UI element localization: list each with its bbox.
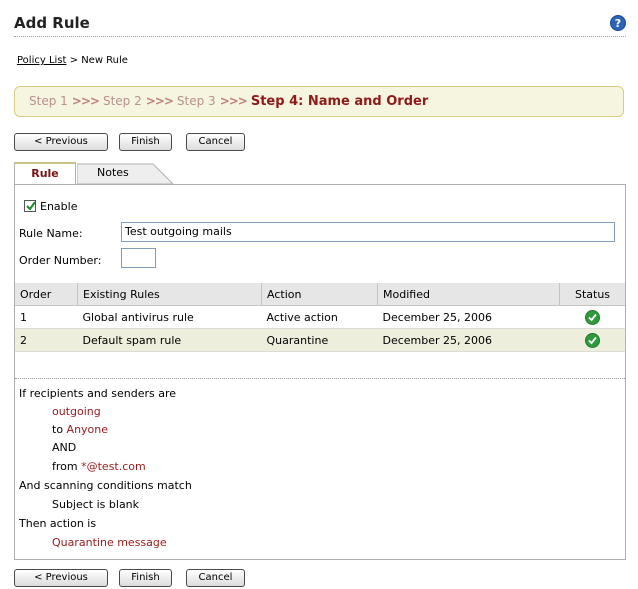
breadcrumb-current: New Rule	[81, 55, 128, 66]
column-header-order[interactable]: Order	[15, 283, 78, 306]
cell-modified: December 25, 2006	[377, 305, 560, 329]
summary-recipients-senders: If recipients and senders are	[19, 387, 177, 400]
breadcrumb-policy-list-link[interactable]: Policy List	[17, 55, 66, 66]
step-2-label: Step 2	[102, 94, 142, 108]
tab-rule[interactable]: Rule	[14, 162, 76, 184]
cell-modified: December 25, 2006	[377, 328, 560, 352]
finish-button[interactable]: Finish	[119, 133, 172, 151]
step-separator-icon: >>>	[145, 94, 174, 108]
column-header-existing-rules[interactable]: Existing Rules	[77, 283, 262, 306]
summary-to-value: Anyone	[66, 423, 109, 436]
summary-direction-value: outgoing	[52, 405, 101, 418]
summary-and-label: AND	[52, 441, 77, 454]
cancel-button[interactable]: Cancel	[186, 133, 245, 151]
summary-from-value: *@test.com	[81, 460, 146, 473]
step-progress-bar: Step 1 >>> Step 2 >>> Step 3 >>> Step 4: Name …	[14, 86, 624, 117]
checkmark-icon	[26, 201, 36, 211]
help-icon[interactable]: ?	[610, 15, 626, 31]
rule-name-label: Rule Name:	[19, 227, 83, 240]
cancel-button[interactable]: Cancel	[186, 569, 245, 587]
status-ok-icon	[584, 310, 600, 325]
finish-button[interactable]: Finish	[119, 569, 172, 587]
tab-notes-label: Notes	[97, 166, 129, 179]
previous-button[interactable]: < Previous	[14, 569, 108, 587]
existing-rules-table: Order Existing Rules Action Modified Sta…	[15, 283, 625, 352]
cell-order: 1	[15, 305, 78, 329]
summary-to-label: to	[52, 423, 64, 436]
order-number-label: Order Number:	[19, 254, 102, 267]
summary-to-row: to Anyone	[52, 423, 108, 436]
rule-name-input[interactable]: Test outgoing mails	[121, 222, 615, 242]
summary-action-value: Quarantine message	[52, 536, 167, 549]
summary-from-row: from *@test.com	[52, 460, 146, 473]
breadcrumb: Policy List > New Rule	[17, 55, 128, 66]
enable-checkbox[interactable]	[24, 200, 36, 212]
cell-action: Quarantine	[261, 328, 378, 352]
step-separator-icon: >>>	[71, 94, 100, 108]
tab-notes[interactable]: Notes	[77, 163, 173, 184]
step-separator-icon: >>>	[219, 94, 248, 108]
title-bar: Add Rule ?	[14, 14, 626, 37]
cell-action: Active action	[261, 305, 378, 329]
enable-label: Enable	[40, 200, 78, 213]
cell-rule-name: Global antivirus rule	[77, 305, 262, 329]
previous-button[interactable]: < Previous	[14, 133, 108, 151]
summary-action-label: Then action is	[19, 517, 97, 530]
summary-condition-value: Subject is blank	[52, 498, 140, 511]
step-3-label: Step 3	[176, 94, 216, 108]
tab-bar: Rule Notes	[14, 162, 626, 184]
step-1-label: Step 1	[29, 94, 68, 108]
column-header-status[interactable]: Status	[559, 283, 625, 306]
order-number-input[interactable]	[121, 248, 156, 268]
rule-panel: Enable Rule Name: Test outgoing mails Or…	[14, 184, 626, 560]
cell-status	[559, 305, 625, 329]
cell-status	[559, 328, 625, 352]
column-header-modified[interactable]: Modified	[377, 283, 560, 306]
column-header-action[interactable]: Action	[261, 283, 378, 306]
summary-scanning-conditions: And scanning conditions match	[19, 479, 192, 492]
cell-order: 2	[15, 328, 78, 352]
cell-rule-name: Default spam rule	[77, 328, 262, 352]
summary-from-label: from	[52, 460, 78, 473]
step-current-label: Step 4: Name and Order	[250, 94, 429, 109]
status-ok-icon	[584, 333, 600, 348]
page-title: Add Rule	[14, 14, 90, 32]
breadcrumb-separator: >	[66, 55, 82, 66]
table-row[interactable]: 1 Global antivirus rule Active action De…	[15, 305, 625, 329]
table-row[interactable]: 2 Default spam rule Quarantine December …	[15, 328, 625, 352]
section-divider	[15, 378, 625, 379]
